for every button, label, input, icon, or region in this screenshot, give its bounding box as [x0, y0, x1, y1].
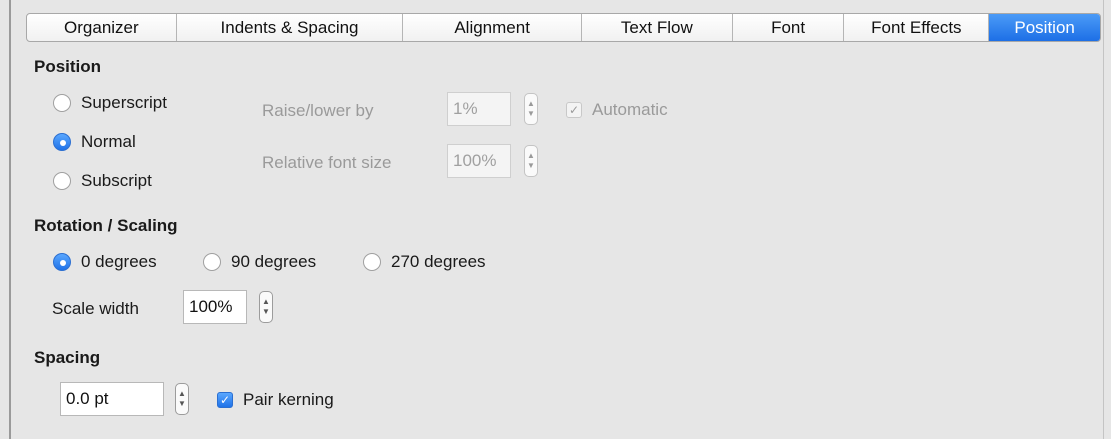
spinner-up-icon: ▲ — [527, 151, 535, 160]
subscript-radio-dot[interactable] — [53, 172, 71, 190]
tab-alignment[interactable]: Alignment — [403, 14, 582, 41]
spacing-spinner[interactable]: ▲ ▼ — [175, 383, 189, 415]
automatic-checkbox[interactable]: ✓ Automatic — [566, 100, 668, 120]
spacing-field[interactable]: 0.0 pt — [60, 382, 164, 416]
relative-font-size-label: Relative font size — [262, 153, 392, 172]
automatic-label: Automatic — [592, 100, 668, 119]
spinner-up-icon: ▲ — [262, 297, 270, 306]
rotation-270-radio-dot[interactable] — [363, 253, 381, 271]
scale-width-label: Scale width — [52, 299, 139, 318]
rotation-90-label: 90 degrees — [231, 252, 317, 271]
spinner-down-icon: ▼ — [527, 161, 535, 170]
dialog-right-border — [1103, 0, 1104, 439]
subscript-label: Subscript — [81, 171, 152, 190]
raise-lower-field[interactable]: 1% — [447, 92, 511, 126]
relative-font-size-field[interactable]: 100% — [447, 144, 511, 178]
rotation-90-radio[interactable]: 90 degrees — [203, 252, 316, 272]
relative-font-size-spinner[interactable]: ▲ ▼ — [524, 145, 538, 177]
rotation-0-radio[interactable]: 0 degrees — [53, 252, 157, 272]
superscript-radio[interactable]: Superscript — [53, 93, 167, 113]
raise-lower-label: Raise/lower by — [262, 101, 374, 120]
tab-bar: Organizer Indents & Spacing Alignment Te… — [26, 13, 1101, 42]
rotation-270-label: 270 degrees — [391, 252, 486, 271]
raise-lower-spinner[interactable]: ▲ ▼ — [524, 93, 538, 125]
spinner-down-icon: ▼ — [527, 109, 535, 118]
rotation-0-radio-dot[interactable] — [53, 253, 71, 271]
check-icon[interactable]: ✓ — [217, 392, 233, 408]
dialog-left-border — [9, 0, 11, 439]
tab-font-effects[interactable]: Font Effects — [844, 14, 990, 41]
spinner-up-icon: ▲ — [527, 99, 535, 108]
normal-radio-dot[interactable] — [53, 133, 71, 151]
pair-kerning-checkbox[interactable]: ✓ Pair kerning — [217, 390, 334, 410]
tab-indents-spacing[interactable]: Indents & Spacing — [177, 14, 404, 41]
spinner-down-icon: ▼ — [262, 307, 270, 316]
tab-text-flow[interactable]: Text Flow — [582, 14, 733, 41]
tab-font[interactable]: Font — [733, 14, 845, 41]
rotation-90-radio-dot[interactable] — [203, 253, 221, 271]
superscript-label: Superscript — [81, 93, 167, 112]
rotation-0-label: 0 degrees — [81, 252, 157, 271]
scale-width-field[interactable]: 100% — [183, 290, 247, 324]
spinner-up-icon: ▲ — [178, 389, 186, 398]
superscript-radio-dot[interactable] — [53, 94, 71, 112]
rotation-270-radio[interactable]: 270 degrees — [363, 252, 486, 272]
rotation-section-title: Rotation / Scaling — [34, 216, 178, 235]
normal-radio[interactable]: Normal — [53, 132, 136, 152]
normal-label: Normal — [81, 132, 136, 151]
spinner-down-icon: ▼ — [178, 399, 186, 408]
scale-width-spinner[interactable]: ▲ ▼ — [259, 291, 273, 323]
spacing-section-title: Spacing — [34, 348, 101, 367]
check-icon[interactable]: ✓ — [566, 102, 582, 118]
position-section-title: Position — [34, 57, 102, 76]
tab-organizer[interactable]: Organizer — [27, 14, 177, 41]
tab-position[interactable]: Position — [989, 14, 1100, 41]
subscript-radio[interactable]: Subscript — [53, 171, 152, 191]
pair-kerning-label: Pair kerning — [243, 390, 334, 409]
